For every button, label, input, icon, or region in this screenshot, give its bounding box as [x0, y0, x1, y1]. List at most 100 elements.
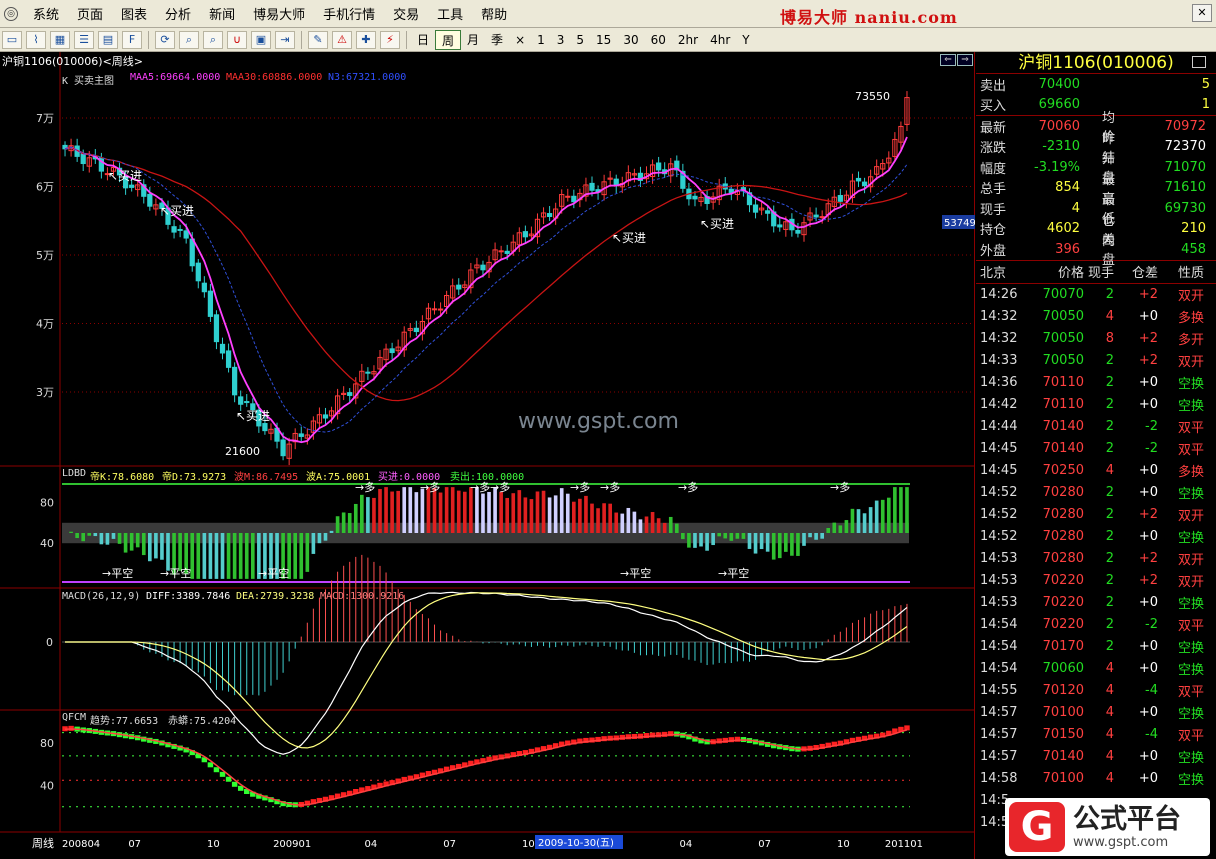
trade-time: 14:32: [980, 331, 1018, 346]
trade-vol: 4: [1105, 727, 1114, 742]
period-week[interactable]: 周: [435, 29, 462, 50]
trade-nature: 空换: [1177, 751, 1204, 766]
refresh-icon[interactable]: ⟳: [155, 30, 175, 49]
trade-price: 70050: [1042, 331, 1084, 346]
menu-tools[interactable]: 工具: [428, 4, 472, 23]
qfcm-block: [225, 776, 232, 782]
menu-trade[interactable]: 交易: [384, 4, 428, 23]
alarm-icon[interactable]: ⚠: [332, 30, 352, 49]
candle-body: [813, 214, 819, 218]
candle-body: [522, 231, 528, 238]
period-day[interactable]: 日: [411, 30, 435, 50]
period-30min[interactable]: 30: [617, 30, 644, 50]
candle-body: [219, 343, 226, 354]
trade-oi: +0: [1138, 309, 1158, 324]
x-tick: 07: [128, 839, 141, 850]
chart-canvas[interactable]: 7万 6万 5万 4万 3万 73550 21600 53749 ↖买进 ↖买进 ↖买进 ↖买进 ↖买进…: [0, 52, 975, 859]
maximize-icon[interactable]: [1192, 56, 1206, 68]
scroll-left-icon[interactable]: ⇐: [940, 54, 956, 66]
chart-area[interactable]: 7万 6万 5万 4万 3万 73550 21600 53749 ↖买进 ↖买进 ↖买进 ↖买进 ↖买进…: [0, 52, 975, 859]
toolbar: ▭ ⌇ ▦ ☰ ▤ F ⟳ ⌕ ⌕ ∪ ▣ ⇥ ✎ ⚠ ✚ ⚡ 日 周 月 季 …: [0, 28, 1216, 52]
trade-time: 14:53: [980, 595, 1018, 610]
buy-signal-label: ↖买进: [160, 204, 194, 218]
candle-body: [365, 371, 371, 374]
trade-nature: 双开: [1177, 575, 1204, 590]
trade-vol: 2: [1105, 441, 1114, 456]
flash-icon[interactable]: ⚡: [380, 30, 400, 49]
logo-sub: www.gspt.com: [1073, 834, 1169, 850]
ldbd-buy: 买进:0.0000: [378, 472, 441, 483]
period-quarter[interactable]: 季: [485, 30, 509, 50]
fundamental-icon[interactable]: F: [122, 30, 142, 49]
menu-page[interactable]: 页面: [68, 4, 112, 23]
qfcm-block: [904, 725, 910, 731]
magnet-icon[interactable]: ∪: [227, 30, 247, 49]
trade-row: 14:54 70060 4 +0 空换: [976, 658, 1216, 680]
qfcm-block: [231, 781, 238, 787]
candle-body: [861, 181, 868, 187]
period-year[interactable]: Y: [736, 30, 755, 50]
line-chart-icon[interactable]: ⌇: [26, 30, 46, 49]
n3-label: N3:67321.0000: [328, 72, 407, 83]
menu-boyi[interactable]: 博易大师: [244, 4, 314, 23]
candle-body: [656, 162, 662, 171]
stat-value: 72370: [1164, 139, 1206, 155]
period-1min[interactable]: 1: [531, 30, 551, 50]
zoom-in-icon[interactable]: ⌕: [179, 30, 199, 49]
candle-body: [795, 230, 801, 234]
period-3min[interactable]: 3: [551, 30, 571, 50]
trade-list[interactable]: 14:26 70070 2 +2 双开 14:32 70050 4 +0 多换 14:32 70050…: [976, 284, 1216, 834]
x-tick: 200901: [273, 839, 311, 850]
qfcm-tick: 80: [40, 737, 54, 750]
menu-system[interactable]: 系统: [24, 4, 68, 23]
sell-label: 卖出: [980, 78, 1007, 94]
candle-body: [413, 327, 419, 333]
trade-oi: +2: [1138, 573, 1158, 588]
formula-icon[interactable]: ✚: [356, 30, 376, 49]
trade-nature: 双平: [1177, 729, 1204, 744]
menu-chart[interactable]: 图表: [112, 4, 156, 23]
trade-time: 14:54: [980, 661, 1018, 676]
trade-nature: 双开: [1177, 509, 1204, 524]
trade-price: 70110: [1042, 375, 1084, 390]
candle-body: [244, 401, 250, 404]
trade-price: 70250: [1042, 463, 1084, 478]
trade-time: 14:52: [980, 507, 1018, 522]
candle-body: [189, 238, 195, 267]
table-icon[interactable]: ▤: [98, 30, 118, 49]
period-60min[interactable]: 60: [645, 30, 672, 50]
close-icon[interactable]: ✕: [1192, 4, 1212, 22]
trade-nature: 双开: [1177, 553, 1204, 568]
menu-mobile[interactable]: 手机行情: [314, 4, 384, 23]
scroll-right-icon[interactable]: ⇒: [957, 54, 973, 66]
candle-body: [837, 195, 843, 202]
candle-body: [752, 204, 759, 213]
period-2hr[interactable]: 2hr: [672, 30, 704, 50]
zoom-out-icon[interactable]: ⌕: [203, 30, 223, 49]
period-15min[interactable]: 15: [590, 30, 617, 50]
menu-news[interactable]: 新闻: [200, 4, 244, 23]
trade-row: 14:42 70110 2 +0 空换: [976, 394, 1216, 416]
trade-nature: 多开: [1177, 333, 1204, 348]
grid-icon[interactable]: ▦: [50, 30, 70, 49]
draw-icon[interactable]: ✎: [308, 30, 328, 49]
trade-price: 70280: [1042, 529, 1084, 544]
period-month[interactable]: 月: [461, 30, 485, 50]
period-5min[interactable]: 5: [570, 30, 590, 50]
app-menu-icon[interactable]: ◎: [4, 6, 18, 21]
high-price-label: 73550: [855, 90, 890, 103]
price-tick: 6万: [36, 181, 54, 194]
export-icon[interactable]: ⇥: [275, 30, 295, 49]
period-4hr[interactable]: 4hr: [704, 30, 736, 50]
menu-help[interactable]: 帮助: [472, 4, 516, 23]
trade-oi: +2: [1138, 287, 1158, 302]
period-multiply[interactable]: ×: [509, 30, 531, 50]
menu-analysis[interactable]: 分析: [156, 4, 200, 23]
trade-vol: 2: [1105, 595, 1114, 610]
window-icon[interactable]: ▣: [251, 30, 271, 49]
list-icon[interactable]: ☰: [74, 30, 94, 49]
trade-row: 14:57 70140 4 +0 空换: [976, 746, 1216, 768]
quote-board-icon[interactable]: ▭: [2, 30, 22, 49]
stat-value: 210: [1181, 221, 1206, 237]
buy-signal-label: ↖买进: [236, 409, 270, 423]
